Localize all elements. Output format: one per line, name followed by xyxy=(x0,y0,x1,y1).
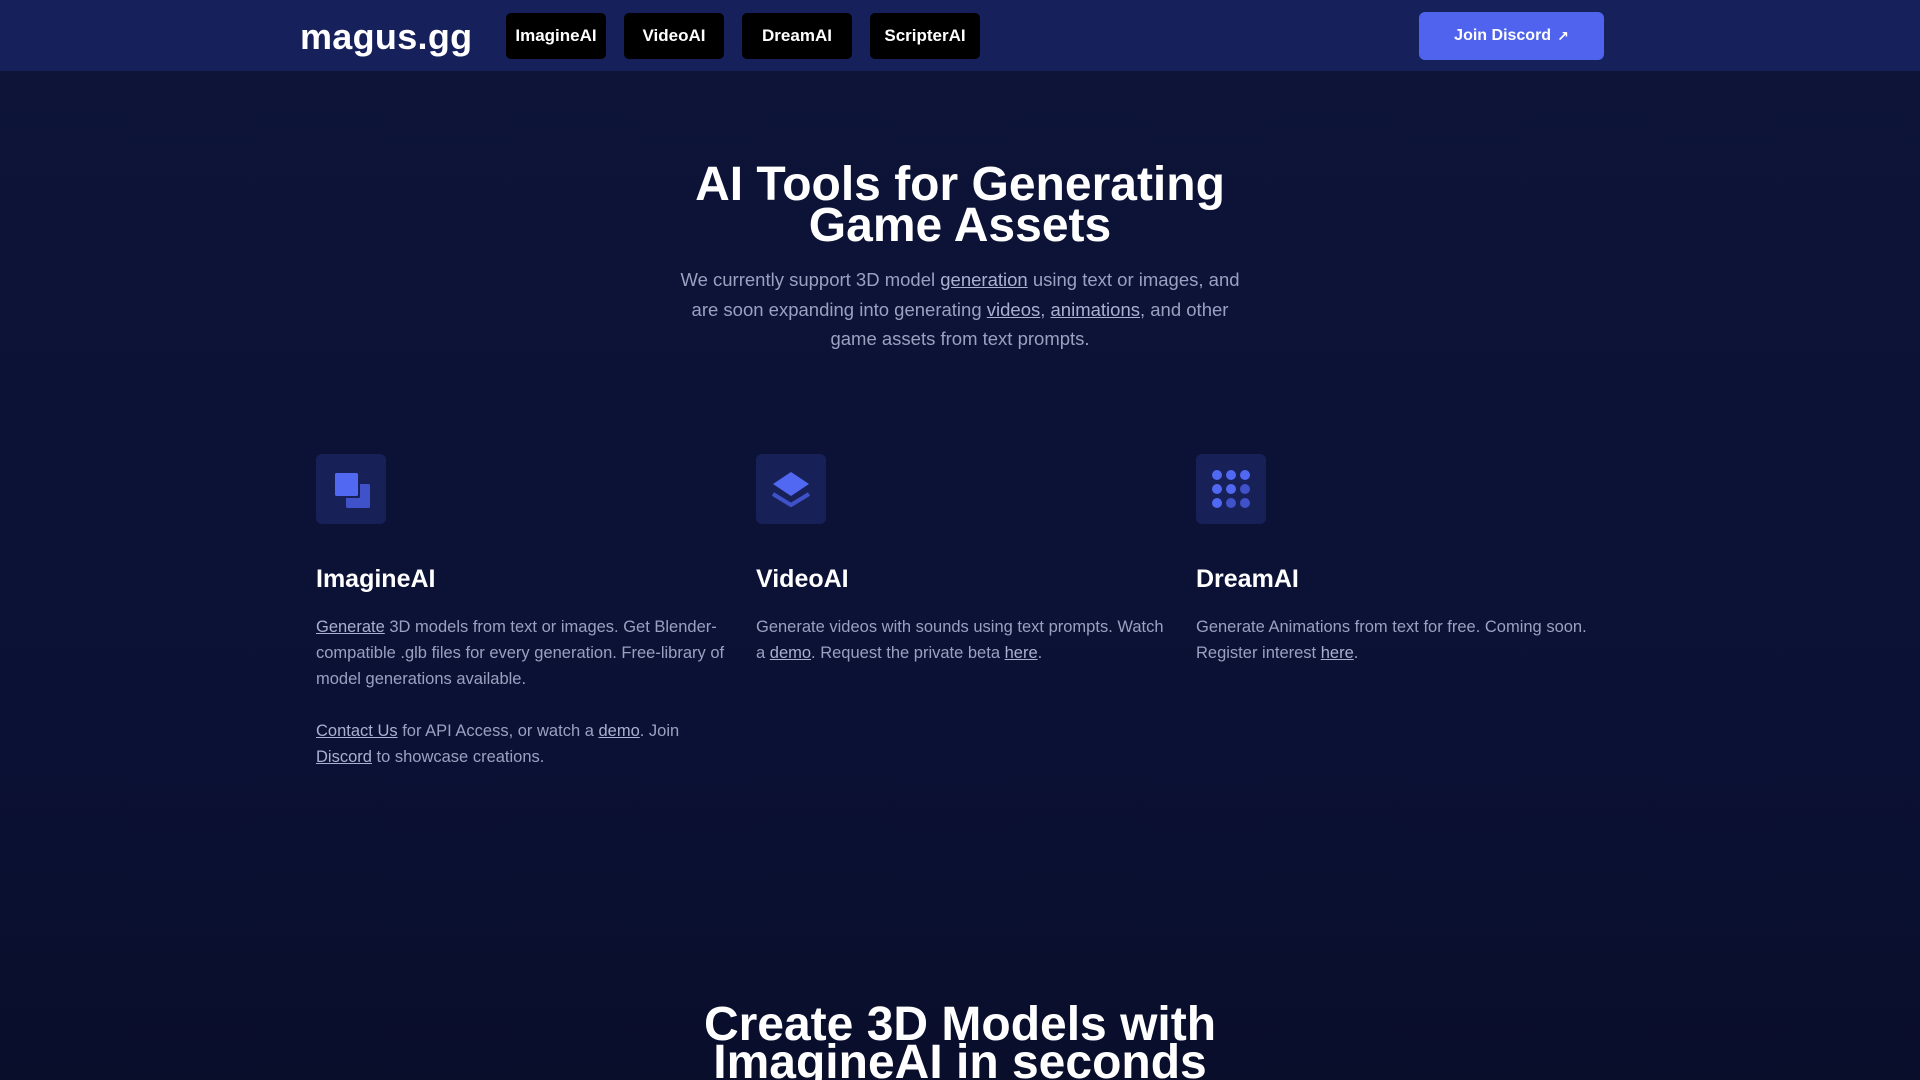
hero-sub-text-3: , xyxy=(1040,298,1051,320)
join-discord-button[interactable]: Join Discord ↗ xyxy=(1419,12,1604,60)
videoai-description: Generate videos with sounds using text p… xyxy=(756,614,1176,666)
dreamai-title: DreamAI xyxy=(1196,565,1299,593)
dreamai-icon-box xyxy=(1196,454,1266,524)
imagineai-paragraph-1: Generate 3D models from text or images. … xyxy=(316,614,736,692)
imagineai-section-title: Create 3D Models with ImagineAI in secon… xyxy=(560,1001,1360,1080)
animations-link[interactable]: animations xyxy=(1051,299,1140,320)
page: magus.gg ImagineAI VideoAI DreamAI Scrip… xyxy=(0,0,1920,1080)
imagineai-p2-text-c: to showcase creations. xyxy=(371,748,545,766)
videoai-title: VideoAI xyxy=(756,565,849,593)
imagineai-icon-box xyxy=(316,454,386,524)
dreamai-text-b: . xyxy=(1353,644,1359,662)
imagineai-description: Generate 3D models from text or images. … xyxy=(316,614,736,770)
site-logo[interactable]: magus.gg xyxy=(300,16,472,58)
dreamai-text-a: Generate Animations from text for free. … xyxy=(1196,618,1587,662)
generation-link[interactable]: generation xyxy=(940,269,1027,290)
videoai-icon-box xyxy=(756,454,826,524)
videoai-demo-link[interactable]: demo xyxy=(770,644,811,662)
videoai-paragraph: Generate videos with sounds using text p… xyxy=(756,614,1176,666)
dreamai-description: Generate Animations from text for free. … xyxy=(1196,614,1616,666)
top-navbar: magus.gg ImagineAI VideoAI DreamAI Scrip… xyxy=(0,0,1920,71)
hero-sub-text-1: We currently support 3D model xyxy=(680,269,941,290)
videoai-beta-here-link[interactable]: here xyxy=(1005,644,1038,662)
dreamai-register-here-link[interactable]: here xyxy=(1321,644,1354,662)
feature-dreamai: DreamAI Generate Animations from text fo… xyxy=(1196,454,1616,666)
layers-icon xyxy=(771,472,811,507)
videoai-text-c: . xyxy=(1037,644,1043,662)
imagineai-demo-link[interactable]: demo xyxy=(598,722,639,740)
generate-link[interactable]: Generate xyxy=(316,618,385,636)
videoai-text-b: . Request the private beta xyxy=(811,644,1005,662)
imagineai-p2-text-a: for API Access, or watch a xyxy=(397,722,599,740)
nav-dreamai-button[interactable]: DreamAI xyxy=(742,13,852,59)
feature-videoai: VideoAI Generate videos with sounds usin… xyxy=(756,454,1176,666)
external-link-arrow-icon: ↗ xyxy=(1557,27,1569,44)
join-discord-label: Join Discord xyxy=(1454,27,1552,44)
nav-imagineai-button[interactable]: ImagineAI xyxy=(506,13,606,59)
hero-title: AI Tools for Generating Game Assets xyxy=(560,161,1360,252)
copy-squares-icon xyxy=(333,471,370,508)
imagineai-paragraph-2: Contact Us for API Access, or watch a de… xyxy=(316,718,736,770)
feature-imagineai: ImagineAI Generate 3D models from text o… xyxy=(316,454,736,770)
imagineai-title: ImagineAI xyxy=(316,565,436,593)
contact-us-link[interactable]: Contact Us xyxy=(316,722,398,740)
nav-scripterai-button[interactable]: ScripterAI xyxy=(870,13,980,59)
section-title-line-2: ImagineAI in seconds xyxy=(713,1036,1207,1080)
hero-subtitle: We currently support 3D model generation… xyxy=(680,265,1240,354)
dreamai-paragraph: Generate Animations from text for free. … xyxy=(1196,614,1616,666)
discord-link[interactable]: Discord xyxy=(316,748,372,766)
videos-link[interactable]: videos xyxy=(987,299,1040,320)
imagineai-p2-text-b: . Join xyxy=(639,722,680,740)
nav-videoai-button[interactable]: VideoAI xyxy=(624,13,724,59)
dots-grid-icon xyxy=(1212,470,1250,508)
hero-title-line-2: Game Assets xyxy=(808,199,1112,252)
